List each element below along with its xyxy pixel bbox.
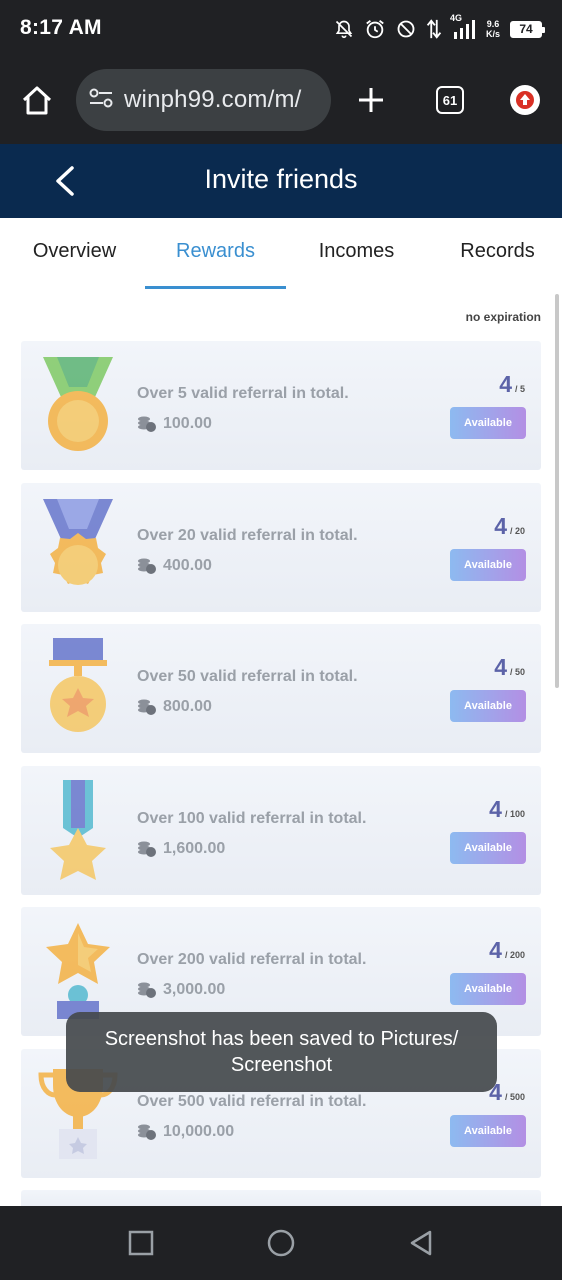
reward-card: Over 50 valid referral in total. 800.00 …	[21, 624, 541, 753]
status-bar: 8:17 AM 4G 9.6 K/s 74	[0, 0, 562, 58]
reward-amount: 1,600.00	[137, 840, 225, 858]
tab-overview[interactable]: Overview	[4, 240, 145, 263]
coin-stack-icon	[137, 840, 157, 858]
net-speed-value: 9.6	[486, 19, 500, 29]
tab-records[interactable]: Records	[427, 240, 562, 263]
update-icon[interactable]	[510, 85, 540, 115]
alarm-icon	[364, 18, 386, 40]
progress-total: / 20	[509, 526, 525, 536]
reward-card: Over 20 valid referral in total. 400.00 …	[21, 483, 541, 612]
reward-description: Over 200 valid referral in total.	[137, 951, 367, 968]
progress-total: / 200	[504, 950, 525, 960]
reward-description: Over 5 valid referral in total.	[137, 385, 349, 402]
url-text[interactable]: winph99.com/m/	[124, 86, 302, 114]
available-button[interactable]: Available	[450, 407, 526, 439]
reward-amount: 100.00	[137, 415, 212, 433]
coin-stack-icon	[137, 415, 157, 433]
reward-amount: 10,000.00	[137, 1123, 234, 1141]
home-icon[interactable]	[18, 82, 56, 120]
reward-amount-value: 10,000.00	[163, 1123, 235, 1140]
coin-stack-icon	[137, 698, 157, 716]
home-nav-icon[interactable]	[266, 1228, 296, 1258]
progress-total: / 100	[504, 809, 525, 819]
progress-total: / 5	[514, 384, 525, 394]
screenshot-toast: Screenshot has been saved to Pictures/ S…	[66, 1012, 497, 1092]
progress-count: 4	[499, 371, 512, 397]
tab-rewards[interactable]: Rewards	[145, 240, 286, 263]
status-time: 8:17 AM	[20, 16, 102, 39]
reward-amount-value: 100.00	[163, 415, 212, 432]
reward-amount: 3,000.00	[137, 981, 225, 999]
progress-count: 4	[494, 654, 507, 680]
reward-amount-value: 1,600.00	[163, 840, 226, 857]
signal-icon: 4G	[450, 13, 476, 40]
progress-count: 4	[489, 796, 502, 822]
coin-stack-icon	[137, 981, 157, 999]
reward-progress: 4/ 20	[445, 513, 525, 540]
reward-amount: 400.00	[137, 557, 212, 575]
do-not-disturb-icon	[396, 19, 416, 39]
tab-bar: Overview Rewards Incomes Records	[0, 218, 562, 290]
reward-amount-value: 800.00	[163, 698, 212, 715]
reward-progress: 4/ 200	[445, 937, 525, 964]
coin-stack-icon	[137, 557, 157, 575]
battery-icon: 74	[510, 20, 545, 38]
page-title: Invite friends	[204, 164, 358, 194]
star-ribbon-icon	[35, 778, 121, 882]
reward-amount-value: 3,000.00	[163, 981, 226, 998]
system-nav-bar	[0, 1206, 562, 1280]
network-type: 4G	[449, 13, 462, 23]
reward-progress: 4/ 50	[445, 654, 525, 681]
available-button[interactable]: Available	[450, 549, 526, 581]
active-tab-indicator	[145, 286, 286, 289]
reward-description: Over 20 valid referral in total.	[137, 527, 358, 544]
progress-count: 4	[494, 513, 507, 539]
reward-progress: 4/ 100	[445, 796, 525, 823]
reward-card	[21, 1190, 541, 1206]
site-settings-icon[interactable]	[88, 86, 114, 115]
star-trophy-icon	[35, 919, 121, 1023]
expiration-label: no expiration	[465, 310, 541, 324]
net-speed-unit: K/s	[485, 29, 500, 39]
new-tab-icon[interactable]	[356, 85, 386, 115]
available-button[interactable]: Available	[450, 1115, 526, 1147]
url-bar[interactable]: winph99.com/m/	[76, 69, 331, 131]
reward-amount-value: 400.00	[163, 557, 212, 574]
reward-progress: 4/ 5	[445, 371, 525, 398]
available-button[interactable]: Available	[450, 832, 526, 864]
star-medal-icon	[35, 636, 121, 740]
reward-description: Over 100 valid referral in total.	[137, 810, 367, 827]
available-button[interactable]: Available	[450, 690, 526, 722]
scrollbar[interactable]	[555, 294, 559, 688]
green-ribbon-medal-icon	[35, 353, 121, 457]
blue-ribbon-medal-icon	[35, 495, 121, 599]
tab-switcher-button[interactable]: 61	[436, 86, 464, 114]
notifications-off-icon	[334, 19, 354, 39]
reward-description: Over 500 valid referral in total.	[137, 1093, 367, 1110]
recents-icon[interactable]	[126, 1228, 156, 1258]
net-speed: 9.6 K/s	[486, 19, 500, 39]
available-button[interactable]: Available	[450, 973, 526, 1005]
progress-total: / 500	[504, 1092, 525, 1102]
status-icons: 4G 9.6 K/s 74	[334, 13, 545, 44]
back-nav-icon[interactable]	[406, 1228, 436, 1258]
progress-total: / 50	[509, 667, 525, 677]
reward-description: Over 50 valid referral in total.	[137, 668, 358, 685]
coin-stack-icon	[137, 1123, 157, 1141]
tab-incomes[interactable]: Incomes	[286, 240, 427, 263]
progress-count: 4	[489, 937, 502, 963]
data-transfer-icon	[426, 18, 442, 40]
reward-card: Over 5 valid referral in total. 100.00 4…	[21, 341, 541, 470]
app-header: Invite friends	[0, 144, 562, 218]
reward-card: Over 100 valid referral in total. 1,600.…	[21, 766, 541, 895]
browser-toolbar: winph99.com/m/ 61	[0, 58, 562, 144]
reward-amount: 800.00	[137, 698, 212, 716]
